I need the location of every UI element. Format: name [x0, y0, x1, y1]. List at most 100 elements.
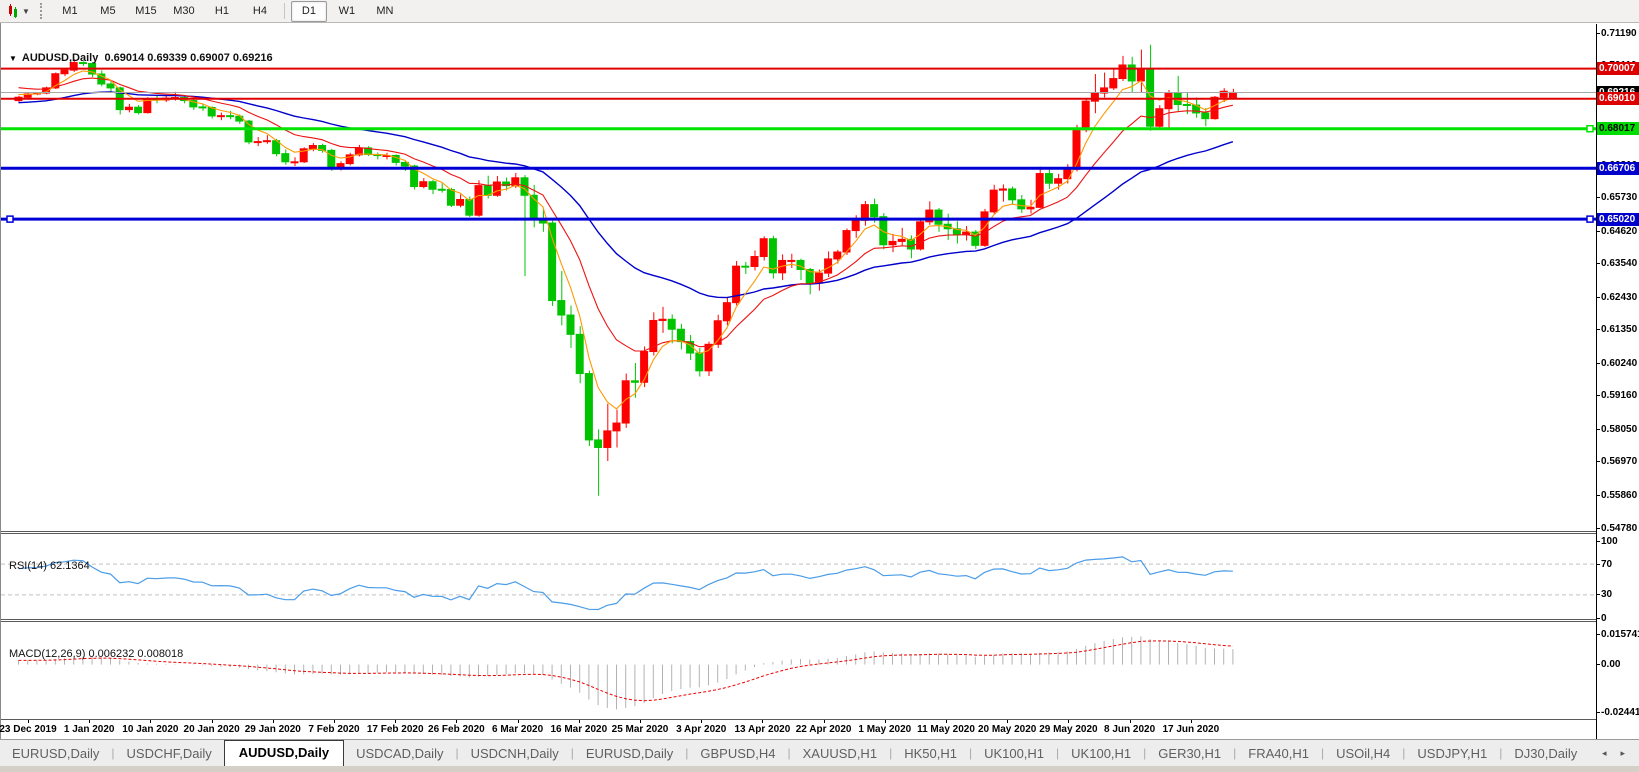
slow-ma-line: [18, 91, 1234, 299]
chart-tab-usoil-h4[interactable]: USOil,H4: [1324, 742, 1402, 766]
candle: [870, 204, 879, 218]
date-tick-mark: [211, 720, 213, 723]
candle: [281, 153, 290, 163]
chart-tab-audusd-daily[interactable]: AUDUSD,Daily: [223, 740, 345, 766]
chart-tab-eurusd-daily[interactable]: EURUSD,Daily: [574, 742, 685, 766]
candle: [594, 439, 603, 448]
chart-tab-dj30-daily[interactable]: DJ30,Daily: [1502, 742, 1589, 766]
date-tick-mark: [89, 720, 91, 723]
candle: [290, 161, 299, 164]
candle: [437, 188, 446, 191]
candle: [492, 181, 501, 196]
candle: [446, 189, 455, 206]
timeframe-button-d1[interactable]: D1: [290, 0, 327, 22]
price-tick-label: 0.71190: [1601, 27, 1637, 39]
price-tick-mark: [1596, 428, 1600, 430]
macd-tick-label: -0.024412: [1601, 706, 1639, 718]
chart-tab-usdcad-daily[interactable]: USDCAD,Daily: [344, 742, 455, 766]
chart-tab-hk50-h1[interactable]: HK50,H1: [892, 742, 969, 766]
chart-tab-xauusd-h1[interactable]: XAUUSD,H1: [791, 742, 889, 766]
price-level-badge: 0.70007: [1597, 62, 1639, 76]
candle: [1118, 64, 1127, 80]
chart-tab-uk100-h1[interactable]: UK100,H1: [1059, 742, 1143, 766]
date-tick-mark: [1190, 720, 1192, 723]
date-tick-mark: [946, 720, 947, 723]
timeframe-button-m1[interactable]: M1: [52, 1, 88, 22]
chart-tab-eurusd-daily[interactable]: EURUSD,Daily: [0, 742, 111, 766]
date-tick-mark: [395, 720, 397, 723]
date-tick-mark: [517, 720, 519, 723]
candle: [1044, 173, 1053, 184]
chart-tab-gbpusd-h4[interactable]: GBPUSD,H4: [688, 742, 787, 766]
price-tick-label: 0.65730: [1601, 192, 1638, 204]
timeframe-button-h1[interactable]: H1: [204, 1, 240, 22]
candle: [327, 149, 336, 168]
toolbar-grip-handle[interactable]: [39, 3, 47, 19]
chart-tab-usdcnh-daily[interactable]: USDCNH,Daily: [459, 742, 571, 766]
macd-pane[interactable]: [1, 622, 1597, 719]
price-tick-mark: [1596, 263, 1600, 265]
date-tick-mark: [640, 720, 641, 723]
candle: [253, 141, 262, 144]
date-label: 29 May 2020: [1039, 724, 1098, 735]
chart-tab-usdjpy-h1[interactable]: USDJPY,H1: [1405, 742, 1499, 766]
candle: [1164, 92, 1173, 110]
price-tick-label: 0.56970: [1601, 456, 1638, 468]
date-label: 29 Jan 2020: [244, 724, 301, 735]
candle: [1136, 68, 1145, 82]
chart-tab-fra40-h1[interactable]: FRA40,H1: [1236, 742, 1321, 766]
tabs-scroll-left-icon[interactable]: ◂: [1602, 748, 1607, 759]
candle: [474, 185, 483, 216]
date-label: 26 Feb 2020: [428, 724, 485, 735]
candle: [676, 328, 685, 343]
toolbar-separator: [283, 3, 285, 19]
time-axis[interactable]: 23 Dec 2019 1 Jan 2020 10 Jan 2020 20 Jan 2…: [0, 719, 1597, 740]
candle: [603, 430, 612, 448]
rsi-pane[interactable]: [1, 534, 1597, 619]
macd-tick-label: 0.015741: [1601, 628, 1639, 640]
date-label: 22 Apr 2020: [795, 724, 852, 735]
rsi-tick-mark: [1596, 563, 1600, 565]
candle: [262, 140, 271, 143]
price-tick-mark: [1596, 329, 1600, 331]
timeframe-button-m5[interactable]: M5: [90, 1, 126, 22]
candle: [612, 422, 621, 432]
timeframe-button-m30[interactable]: M30: [166, 1, 202, 22]
candle: [732, 265, 741, 304]
price-tick-label: 0.59160: [1601, 390, 1638, 402]
candle: [695, 352, 704, 372]
chart-symbol-label: AUDUSD,Daily: [21, 52, 99, 64]
date-label: 11 May 2020: [917, 724, 975, 735]
chart-tool-button[interactable]: ▼: [0, 0, 36, 22]
candle: [1026, 206, 1035, 210]
price-tick-label: 0.55860: [1601, 489, 1638, 501]
tabs-scroll-right-icon[interactable]: ▸: [1620, 748, 1625, 759]
macd-label: MACD(12,26,9) 0.006232 0.008018: [9, 648, 184, 660]
timeframe-button-h4[interactable]: H4: [242, 1, 278, 22]
chart-tab-ger30-h1[interactable]: GER30,H1: [1146, 742, 1233, 766]
date-tick-mark: [1129, 720, 1131, 723]
candlestick-chart-icon: [6, 4, 20, 18]
timeframe-button-w1[interactable]: W1: [329, 1, 365, 22]
candle: [1090, 92, 1099, 102]
price-tick-mark: [1596, 197, 1600, 199]
date-label: 23 Dec 2019: [0, 724, 57, 735]
candle: [1017, 199, 1026, 210]
chevron-down-icon: ▼: [22, 6, 30, 16]
window-menu-icon: ▼: [9, 54, 17, 63]
mid-ma-line: [18, 77, 1234, 352]
main-chart-pane[interactable]: [1, 24, 1597, 531]
chart-tab-usdchf-daily[interactable]: USDCHF,Daily: [115, 742, 224, 766]
price-level-badge: 0.66706: [1597, 161, 1639, 175]
candle: [308, 145, 317, 150]
candle: [897, 238, 906, 242]
candle: [566, 314, 575, 335]
timeframe-button-m15[interactable]: M15: [128, 1, 164, 22]
candle: [584, 373, 593, 441]
date-label: 17 Jun 2020: [1162, 724, 1220, 735]
candle: [124, 106, 133, 111]
timeframe-button-mn[interactable]: MN: [367, 1, 403, 22]
candle: [998, 188, 1007, 191]
chart-tab-uk100-h1[interactable]: UK100,H1: [972, 742, 1056, 766]
date-label: 20 Jan 2020: [183, 724, 240, 735]
